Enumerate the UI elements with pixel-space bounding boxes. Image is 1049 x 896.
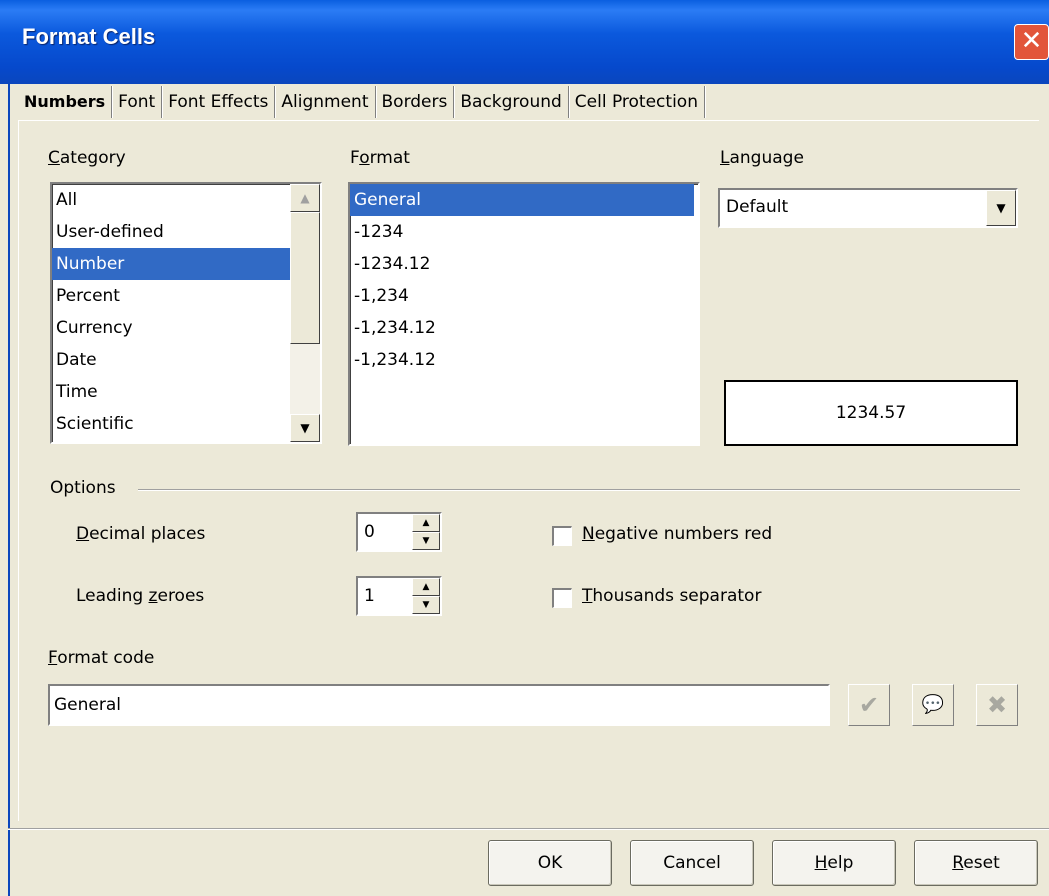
format-code-label: Format code (48, 648, 155, 668)
language-value: Default (726, 197, 789, 217)
list-item[interactable]: Number (52, 248, 320, 280)
category-list[interactable]: All User-defined Number Percent Currency… (50, 182, 322, 444)
list-item[interactable]: General (350, 184, 694, 216)
list-item[interactable]: Percent (52, 280, 320, 312)
leading-zeroes-value: 1 (364, 586, 375, 606)
list-item[interactable]: -1,234.12 (350, 344, 698, 376)
comment-icon[interactable]: 💬 (912, 684, 954, 726)
tab-numbers[interactable]: Numbers (18, 86, 113, 118)
reset-button[interactable]: Reset (914, 840, 1038, 886)
title-bar: Format Cells ✕ (0, 0, 1049, 84)
list-item[interactable]: All (52, 184, 320, 216)
list-item[interactable]: -1234 (350, 216, 698, 248)
scroll-up-icon[interactable]: ▲ (290, 184, 320, 212)
format-code-field[interactable]: General (48, 684, 830, 726)
cancel-button[interactable]: Cancel (630, 840, 754, 886)
category-label: Category (48, 148, 126, 168)
tab-cell-protection[interactable]: Cell Protection (569, 86, 705, 118)
chevron-down-icon[interactable]: ▼ (986, 190, 1016, 226)
tab-alignment[interactable]: Alignment (275, 86, 376, 118)
decimal-places-value: 0 (364, 522, 375, 542)
thousands-separator-checkbox[interactable] (552, 588, 572, 608)
tab-background[interactable]: Background (454, 86, 569, 118)
decimal-places-stepper[interactable]: 0 ▲ ▼ (356, 512, 442, 552)
tab-font[interactable]: Font (112, 86, 163, 118)
tab-font-effects[interactable]: Font Effects (162, 86, 276, 118)
spin-down-icon[interactable]: ▼ (412, 532, 440, 550)
help-button[interactable]: Help (772, 840, 896, 886)
list-item[interactable]: -1,234 (350, 280, 698, 312)
format-code-value: General (54, 695, 121, 715)
accept-icon[interactable]: ✔ (848, 684, 890, 726)
language-select[interactable]: Default ▼ (718, 188, 1018, 228)
list-item[interactable]: -1234.12 (350, 248, 698, 280)
window-title: Format Cells (22, 24, 156, 49)
format-list[interactable]: General -1234 -1234.12 -1,234 -1,234.12 … (348, 182, 700, 446)
category-scrollbar[interactable]: ▲ ▼ (290, 184, 320, 442)
options-group-label: Options (50, 478, 116, 498)
tab-strip: Numbers Font Font Effects Alignment Bord… (18, 86, 705, 120)
format-label: Format (350, 148, 410, 168)
list-item[interactable]: Date (52, 344, 320, 376)
spin-up-icon[interactable]: ▲ (412, 514, 440, 532)
spin-up-icon[interactable]: ▲ (412, 578, 440, 596)
scroll-down-icon[interactable]: ▼ (290, 414, 320, 442)
spin-down-icon[interactable]: ▼ (412, 596, 440, 614)
thousands-separator-label: Thousands separator (582, 586, 762, 606)
tab-borders[interactable]: Borders (376, 86, 455, 118)
list-item[interactable]: User-defined (52, 216, 320, 248)
negative-red-checkbox[interactable] (552, 526, 572, 546)
footer-separator (8, 828, 1049, 830)
list-item[interactable]: Scientific (52, 408, 320, 440)
list-item[interactable]: Currency (52, 312, 320, 344)
leading-zeroes-stepper[interactable]: 1 ▲ ▼ (356, 576, 442, 616)
negative-red-label: Negative numbers red (582, 524, 773, 544)
decimal-places-label: Decimal places (76, 524, 206, 544)
close-icon[interactable]: ✕ (1014, 24, 1049, 60)
ok-button[interactable]: OK (488, 840, 612, 886)
list-item[interactable]: Time (52, 376, 320, 408)
list-item[interactable]: -1,234.12 (350, 312, 698, 344)
scroll-thumb[interactable] (290, 212, 320, 344)
language-label: Language (720, 148, 804, 168)
delete-icon[interactable]: ✖ (976, 684, 1018, 726)
leading-zeroes-label: Leading zeroes (76, 586, 205, 606)
options-divider (138, 489, 1020, 491)
format-preview: 1234.57 (724, 380, 1018, 446)
